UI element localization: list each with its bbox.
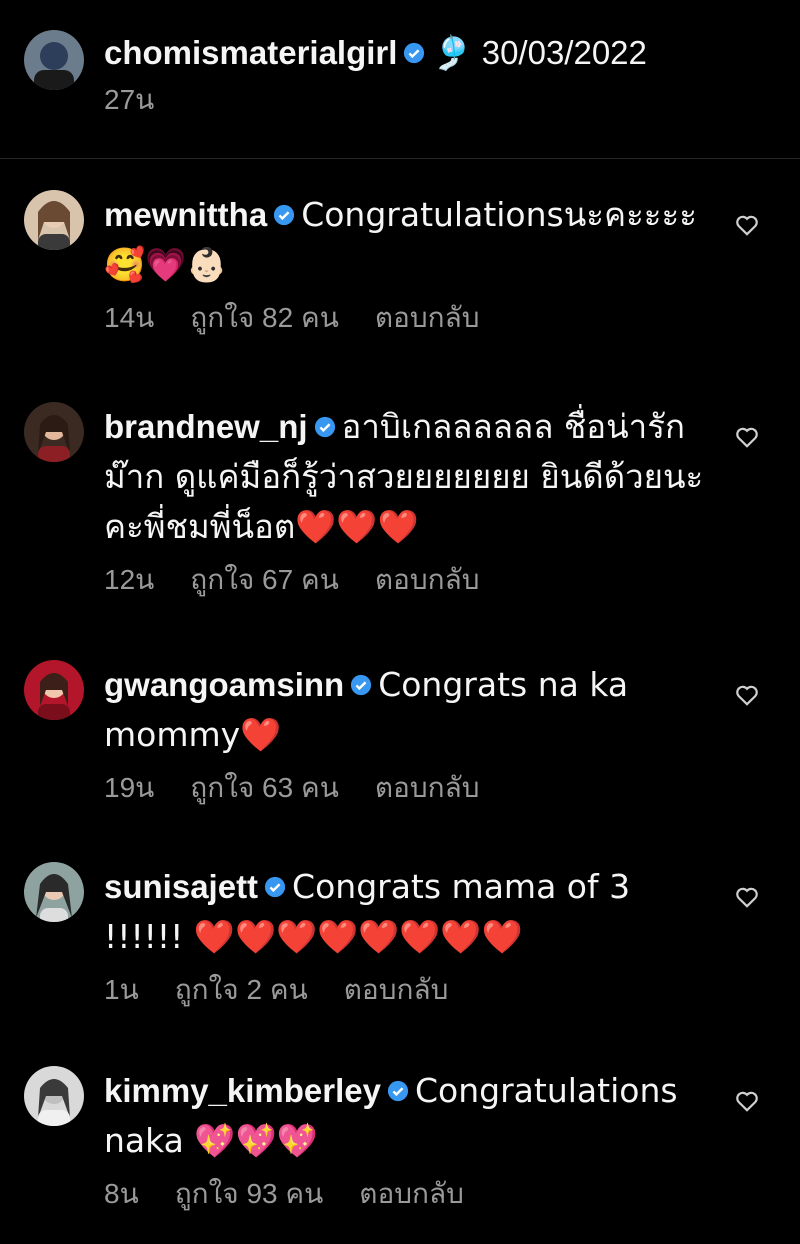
heart-outline-icon[interactable]: [734, 212, 760, 238]
comment-time: 19น: [104, 772, 155, 803]
heart-outline-icon[interactable]: [734, 424, 760, 450]
verified-badge-icon: [351, 675, 372, 696]
commenter-avatar[interactable]: [24, 402, 84, 462]
comment-username[interactable]: mewnittha: [104, 196, 267, 233]
comment-text: gwangoamsinn Congrats na ka mommy❤️: [104, 660, 710, 760]
verified-badge-icon: [314, 417, 335, 438]
post-author-username[interactable]: chomismaterialgirl: [104, 34, 397, 71]
post-time: 27น: [104, 84, 155, 115]
comment-username[interactable]: gwangoamsinn: [104, 666, 344, 703]
comment-time: 1น: [104, 974, 139, 1005]
comment-username[interactable]: kimmy_kimberley: [104, 1072, 381, 1109]
caption-body: 🎐 30/03/2022: [431, 34, 647, 71]
comment-meta: 8น ถูกใจ 93 คน ตอบกลับ: [104, 1174, 710, 1214]
reply-button[interactable]: ตอบกลับ: [344, 974, 449, 1005]
verified-badge-icon: [404, 43, 425, 64]
reply-button[interactable]: ตอบกลับ: [359, 1178, 464, 1209]
comment-text: mewnittha Congratulationsนะคะะะะ🥰💗👶🏻: [104, 190, 710, 290]
reply-button[interactable]: ตอบกลับ: [375, 772, 480, 803]
comment-meta: 19น ถูกใจ 63 คน ตอบกลับ: [104, 768, 710, 808]
reply-button[interactable]: ตอบกลับ: [375, 564, 480, 595]
comment-time: 8น: [104, 1178, 139, 1209]
comment-text: brandnew_nj อาบิเกลลลลลล ชื่อน่ารักม๊าก ด…: [104, 402, 710, 552]
verified-badge-icon: [274, 205, 295, 226]
commenter-avatar[interactable]: [24, 1066, 84, 1126]
comment-text: kimmy_kimberley Congratulations naka 💖💖💖: [104, 1066, 710, 1166]
post-meta: 27น: [104, 80, 760, 120]
post-caption-text: chomismaterialgirl 🎐 30/03/2022: [104, 28, 760, 78]
divider: [0, 158, 800, 159]
reply-button[interactable]: ตอบกลับ: [375, 302, 480, 333]
comment-likes[interactable]: ถูกใจ 2 คน: [175, 974, 308, 1005]
heart-outline-icon[interactable]: [734, 884, 760, 910]
commenter-avatar[interactable]: [24, 862, 84, 922]
heart-outline-icon[interactable]: [734, 682, 760, 708]
comment-username[interactable]: brandnew_nj: [104, 408, 308, 445]
comment-meta: 12น ถูกใจ 67 คน ตอบกลับ: [104, 560, 710, 600]
comment-time: 12น: [104, 564, 155, 595]
verified-badge-icon: [387, 1081, 409, 1102]
comment-text: sunisajett Congrats mama of 3 !!!!!! ❤️❤️…: [104, 862, 710, 962]
heart-outline-icon[interactable]: [734, 1088, 760, 1114]
comment-likes[interactable]: ถูกใจ 67 คน: [190, 564, 339, 595]
post-author-avatar[interactable]: [24, 30, 84, 90]
comment-likes[interactable]: ถูกใจ 63 คน: [190, 772, 339, 803]
commenter-avatar[interactable]: [24, 190, 84, 250]
post-caption: chomismaterialgirl 🎐 30/03/2022 27น: [0, 28, 800, 138]
comment-likes[interactable]: ถูกใจ 93 คน: [175, 1178, 324, 1209]
verified-badge-icon: [264, 877, 286, 898]
comment-meta: 14น ถูกใจ 82 คน ตอบกลับ: [104, 298, 710, 338]
comment-username[interactable]: sunisajett: [104, 868, 258, 905]
comment-meta: 1น ถูกใจ 2 คน ตอบกลับ: [104, 970, 710, 1010]
comment-likes[interactable]: ถูกใจ 82 คน: [190, 302, 339, 333]
comment-time: 14น: [104, 302, 155, 333]
commenter-avatar[interactable]: [24, 660, 84, 720]
